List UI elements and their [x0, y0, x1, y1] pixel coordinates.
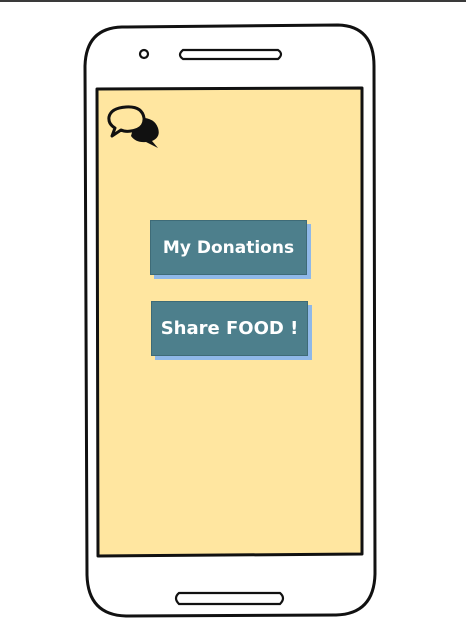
speaker-slot: [178, 48, 283, 61]
share-food-label: Share FOOD !: [160, 318, 299, 339]
my-donations-button[interactable]: My Donations: [150, 220, 307, 275]
my-donations-label: My Donations: [162, 237, 295, 258]
chat-bubbles-icon[interactable]: [106, 104, 164, 150]
home-bar: [174, 591, 285, 606]
mockup-canvas: My Donations Share FOOD !: [0, 0, 466, 640]
share-food-button[interactable]: Share FOOD !: [151, 301, 308, 356]
front-camera: [138, 48, 150, 60]
